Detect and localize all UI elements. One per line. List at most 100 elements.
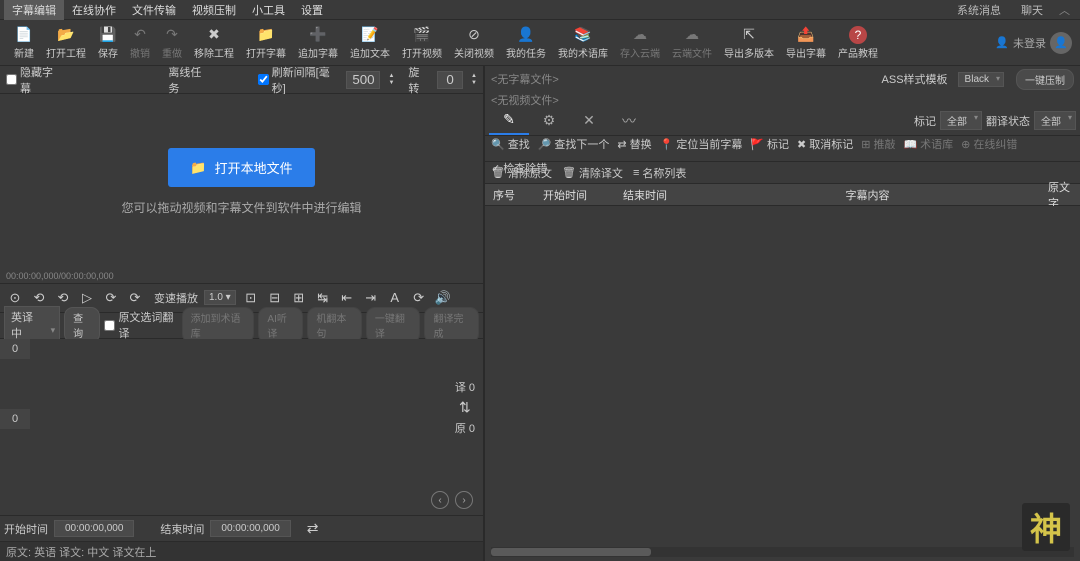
- menu-chat[interactable]: 聊天: [1011, 0, 1053, 20]
- drop-area[interactable]: 📁 打开本地文件 您可以拖动视频和字幕文件到软件中进行编辑: [0, 94, 483, 271]
- folder-icon: 📁: [190, 160, 206, 176]
- refresh-interval-input[interactable]: [346, 71, 380, 89]
- action-取消标记[interactable]: ✖取消标记: [797, 136, 853, 152]
- status-bar: 原文: 英语 译文: 中文 译文在上: [0, 541, 483, 561]
- end-time-input[interactable]: 00:00:00,000: [210, 520, 290, 537]
- volume-icon[interactable]: 🔊: [434, 289, 452, 307]
- action-在线纠错[interactable]: ⊕在线纠错: [961, 136, 1017, 152]
- prev-line-button[interactable]: ‹: [431, 491, 449, 509]
- tool2-icon[interactable]: ⊟: [266, 289, 284, 307]
- tool-移除工程[interactable]: ✖移除工程: [188, 24, 240, 62]
- rotate-spinner[interactable]: ▲▼: [471, 73, 477, 87]
- menu-video-encode[interactable]: 视频压制: [184, 0, 244, 20]
- action-查找[interactable]: 🔍查找: [491, 136, 530, 152]
- tool-打开工程[interactable]: 📂打开工程: [40, 24, 92, 62]
- tool4-icon[interactable]: ↹: [314, 289, 332, 307]
- h-scrollbar[interactable]: [491, 547, 1074, 557]
- tool-icon: 💾: [99, 26, 117, 44]
- tool-打开字幕[interactable]: 📁打开字幕: [240, 24, 292, 62]
- tool-我的任务[interactable]: 👤我的任务: [500, 24, 552, 62]
- action-推敲[interactable]: ⊞推敲: [861, 136, 895, 152]
- menu-tools[interactable]: 小工具: [244, 0, 293, 20]
- tool-追加文本[interactable]: 📝追加文本: [344, 24, 396, 62]
- loop-icon[interactable]: ⇄: [307, 520, 319, 537]
- refresh-spinner[interactable]: ▲▼: [388, 73, 394, 87]
- chevron-up-icon[interactable]: ︿: [1053, 0, 1076, 20]
- col-content[interactable]: 字幕内容: [695, 187, 1040, 203]
- refresh-icon[interactable]: ⟳: [410, 289, 428, 307]
- speed-label: 变速播放: [154, 290, 198, 306]
- menu-subtitle-edit[interactable]: 字幕编辑: [4, 0, 64, 20]
- tool-我的术语库[interactable]: 📚我的术语库: [552, 24, 614, 62]
- menu-online-collab[interactable]: 在线协作: [64, 0, 124, 20]
- settings-mode-tab[interactable]: ⚙: [529, 107, 569, 135]
- tool-打开视频[interactable]: 🎬打开视频: [396, 24, 448, 62]
- tool-导出字幕[interactable]: 📤导出字幕: [780, 24, 832, 62]
- edit-area[interactable]: 0 0 译 0 ⇅ 原 0 ‹ ›: [0, 339, 483, 516]
- action-标记[interactable]: 🚩标记: [750, 136, 789, 152]
- mark-select[interactable]: 全部: [940, 111, 982, 130]
- menu-file-transfer[interactable]: 文件传输: [124, 0, 184, 20]
- rewind-icon[interactable]: ⟲: [30, 289, 48, 307]
- tool6-icon[interactable]: ⇥: [362, 289, 380, 307]
- wave-mode-tab[interactable]: 〰: [609, 107, 649, 135]
- tool-icon: ✖: [205, 26, 223, 44]
- login-label[interactable]: 未登录: [1013, 35, 1046, 51]
- trans-state-select[interactable]: 全部: [1034, 111, 1076, 130]
- next-line-button[interactable]: ›: [455, 491, 473, 509]
- tool-撤销[interactable]: ↶撤销: [124, 24, 156, 62]
- tool1-icon[interactable]: ⊡: [242, 289, 260, 307]
- action-清除原文[interactable]: 🗑清除原文: [491, 165, 552, 181]
- tool-icon: 📄: [15, 26, 33, 44]
- avatar[interactable]: 👤: [1050, 32, 1072, 54]
- yi-count: 译 0: [455, 379, 475, 395]
- font-icon[interactable]: A: [386, 289, 404, 307]
- step-fwd-icon[interactable]: ⟳: [102, 289, 120, 307]
- action-定位当前字幕[interactable]: 📍定位当前字幕: [660, 136, 743, 152]
- ass-template-select[interactable]: Black: [958, 72, 1004, 87]
- jump-start-icon[interactable]: ⊙: [6, 289, 24, 307]
- action-术语库[interactable]: 📖术语库: [903, 136, 953, 152]
- action-替换[interactable]: ⇄替换: [617, 136, 651, 152]
- tool-追加字幕[interactable]: ➕追加字幕: [292, 24, 344, 62]
- src-word-trans-checkbox[interactable]: 原文选词翻译: [104, 309, 177, 341]
- col-end[interactable]: 结束时间: [615, 187, 695, 203]
- swap-icon[interactable]: ⇅: [455, 399, 475, 416]
- start-time-input[interactable]: 00:00:00,000: [54, 520, 134, 537]
- hide-subtitle-checkbox[interactable]: 隐藏字幕: [6, 64, 60, 96]
- col-index[interactable]: 序号: [485, 187, 535, 203]
- tool-新建[interactable]: 📄新建: [8, 24, 40, 62]
- tool-存入云端[interactable]: ☁存入云端: [614, 24, 666, 62]
- tool-重做[interactable]: ↷重做: [156, 24, 188, 62]
- tool-icon: 👤: [517, 26, 535, 44]
- rotate-input[interactable]: [437, 71, 463, 89]
- subtitle-file-tab[interactable]: <无字幕文件>: [491, 71, 559, 87]
- tool-产品教程[interactable]: ?产品教程: [832, 24, 884, 62]
- tool-云端文件[interactable]: ☁云端文件: [666, 24, 718, 62]
- action-查找下一个[interactable]: 🔎查找下一个: [538, 136, 610, 152]
- step-back-icon[interactable]: ⟲: [54, 289, 72, 307]
- login-icon: 👤: [995, 36, 1009, 49]
- forward-icon[interactable]: ⟳: [126, 289, 144, 307]
- action-清除译文[interactable]: 🗑清除译文: [562, 165, 623, 181]
- tool-icon: ↷: [163, 26, 181, 44]
- menu-settings[interactable]: 设置: [293, 0, 331, 20]
- tool-icon: ☁: [683, 26, 701, 44]
- action-名称列表[interactable]: ≡名称列表: [633, 165, 686, 181]
- tool-关闭视频[interactable]: ⊘关闭视频: [448, 24, 500, 62]
- tool3-icon[interactable]: ⊞: [290, 289, 308, 307]
- refresh-checkbox[interactable]: 刷新间隔[毫秒]: [258, 64, 339, 96]
- timecode: 00:00:00,000/00:00:00,000: [6, 271, 114, 281]
- speed-select[interactable]: 1.0 ▾: [204, 290, 236, 305]
- edit-mode-tab[interactable]: ✎: [489, 107, 529, 135]
- one-click-encode-button[interactable]: 一键压制: [1016, 69, 1074, 90]
- subtitle-table[interactable]: [485, 206, 1080, 547]
- tool-导出多版本[interactable]: ⇱导出多版本: [718, 24, 780, 62]
- col-start[interactable]: 开始时间: [535, 187, 615, 203]
- tools-mode-tab[interactable]: ✕: [569, 107, 609, 135]
- tool-保存[interactable]: 💾保存: [92, 24, 124, 62]
- play-icon[interactable]: ▷: [78, 289, 96, 307]
- menu-system-msg[interactable]: 系统消息: [947, 0, 1011, 20]
- open-local-file-button[interactable]: 📁 打开本地文件: [168, 148, 314, 187]
- tool5-icon[interactable]: ⇤: [338, 289, 356, 307]
